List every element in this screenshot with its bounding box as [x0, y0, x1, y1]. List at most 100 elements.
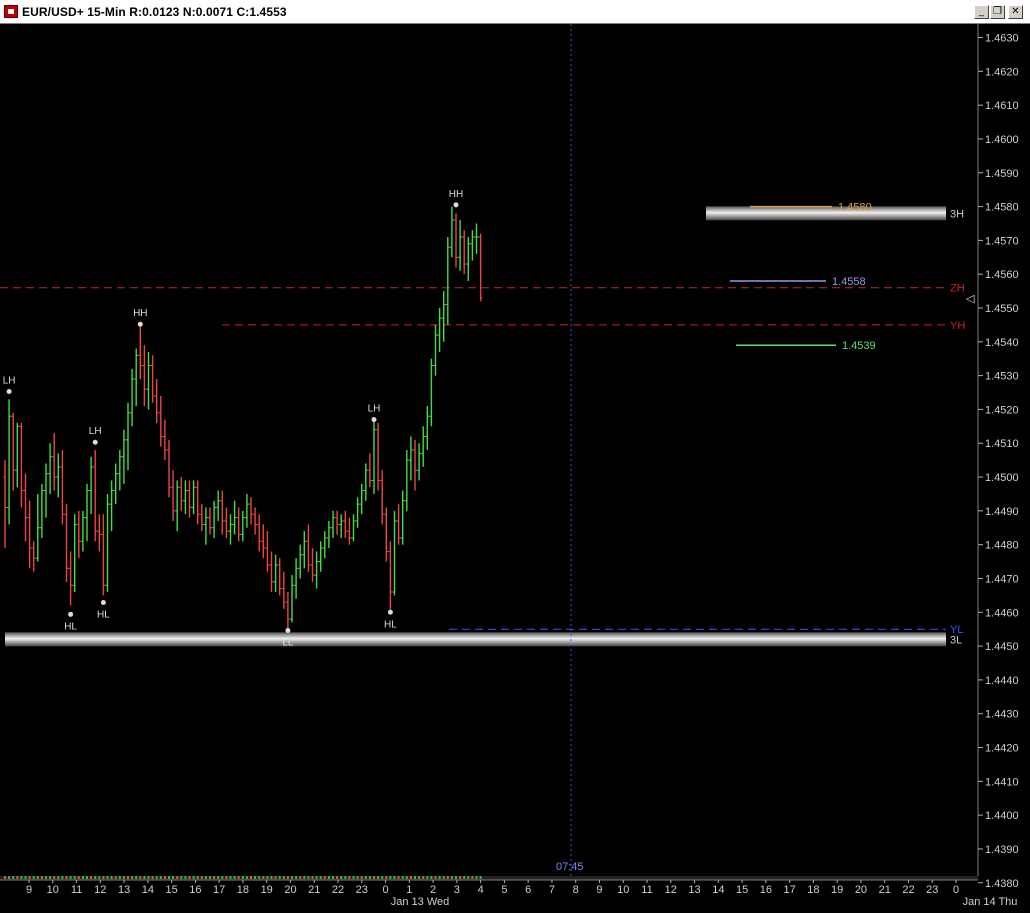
- pivot-label: HL: [97, 609, 110, 620]
- volume-tick: [368, 876, 371, 879]
- time-axis-label: 21: [879, 884, 891, 896]
- price-axis-label: 1.4540: [985, 337, 1019, 349]
- volume-tick: [344, 876, 347, 879]
- pivot-label: LH: [89, 426, 102, 437]
- time-axis-label: 17: [784, 884, 796, 896]
- price-axis-label: 1.4550: [985, 303, 1019, 315]
- title-bar: EUR/USD+ 15-Min R:0.0123 N:0.0071 C:1.45…: [0, 0, 1030, 24]
- time-axis-label: 12: [665, 884, 677, 896]
- time-axis-label: 9: [26, 884, 32, 896]
- level-line-label: YH: [950, 320, 965, 332]
- price-axis-label: 1.4520: [985, 404, 1019, 416]
- volume-tick: [217, 876, 220, 879]
- time-axis-label: 16: [760, 884, 772, 896]
- window-title: EUR/USD+ 15-Min R:0.0123 N:0.0071 C:1.45…: [22, 5, 287, 19]
- pivot-label: HH: [133, 308, 147, 319]
- time-axis-label: 18: [237, 884, 249, 896]
- volume-tick: [389, 876, 392, 879]
- price-axis-label: 1.4430: [985, 709, 1019, 721]
- volume-tick: [143, 876, 146, 879]
- time-axis-label: 17: [213, 884, 225, 896]
- price-axis-label: 1.4390: [985, 844, 1019, 856]
- volume-tick: [45, 876, 47, 879]
- volume-tick: [131, 876, 134, 879]
- volume-tick: [385, 876, 388, 879]
- volume-tick: [102, 876, 105, 879]
- price-axis-label: 1.4470: [985, 573, 1019, 585]
- volume-tick: [122, 876, 125, 879]
- price-axis-label: 1.4610: [985, 100, 1019, 112]
- time-axis-label: 6: [525, 884, 531, 896]
- time-axis-label: 20: [855, 884, 867, 896]
- volume-tick: [340, 876, 343, 879]
- pivot-dot: [387, 609, 393, 615]
- volume-tick: [24, 876, 27, 879]
- close-button[interactable]: ✕: [1008, 5, 1023, 19]
- volume-tick: [192, 876, 195, 879]
- restore-button[interactable]: ❐: [990, 5, 1005, 19]
- price-axis-label: 1.4570: [985, 235, 1019, 247]
- time-axis-label: 5: [501, 884, 507, 896]
- volume-tick: [303, 876, 306, 879]
- volume-tick: [155, 876, 158, 879]
- volume-tick: [397, 876, 400, 879]
- volume-tick: [299, 876, 302, 879]
- time-axis-label: 1: [406, 884, 412, 896]
- price-marker-label: 1.4558: [832, 276, 866, 288]
- pivot-dot: [6, 389, 12, 395]
- volume-tick: [373, 876, 375, 879]
- volume-tick: [332, 876, 334, 879]
- volume-tick: [278, 876, 281, 879]
- time-axis-label: 18: [807, 884, 819, 896]
- chart-canvas[interactable]: 1.4630 1.4620 1.4610 1.4600 1.4590 1.4580 1.45…: [0, 24, 1030, 913]
- volume-tick: [381, 876, 384, 879]
- volume-tick: [163, 876, 166, 879]
- time-axis-label: 22: [902, 884, 914, 896]
- pivot-dot: [137, 321, 143, 327]
- pivot-label: LL: [282, 638, 294, 649]
- volume-tick: [204, 876, 207, 879]
- volume-tick: [20, 876, 23, 879]
- volume-tick: [434, 876, 437, 879]
- time-axis-label: 15: [165, 884, 177, 896]
- time-axis-label: 22: [332, 884, 344, 896]
- volume-tick: [356, 876, 359, 879]
- volume-tick: [180, 876, 183, 879]
- volume-tick: [188, 876, 191, 879]
- volume-tick: [184, 876, 187, 879]
- volume-tick: [69, 876, 72, 879]
- volume-tick: [98, 876, 101, 879]
- volume-tick: [36, 876, 39, 879]
- time-axis-label: 15: [736, 884, 748, 896]
- volume-tick: [127, 876, 129, 879]
- volume-tick: [57, 876, 60, 879]
- volume-tick: [430, 876, 433, 879]
- price-axis-label: 1.4590: [985, 168, 1019, 180]
- price-axis-label: 1.4380: [985, 878, 1019, 890]
- volume-tick: [168, 876, 170, 879]
- time-axis-label: 20: [284, 884, 296, 896]
- minimize-button[interactable]: _: [974, 5, 989, 19]
- price-axis-label: 1.4510: [985, 438, 1019, 450]
- time-axis-label: 10: [47, 884, 59, 896]
- volume-tick: [94, 876, 97, 879]
- time-axis-label: 3: [454, 884, 460, 896]
- volume-tick: [442, 876, 445, 879]
- pivot-label: HH: [449, 189, 463, 200]
- volume-tick: [475, 876, 478, 879]
- volume-tick: [241, 876, 244, 879]
- volume-tick: [282, 876, 285, 879]
- price-axis-label: 1.4400: [985, 810, 1019, 822]
- time-axis-label: 12: [94, 884, 106, 896]
- price-chart[interactable]: 1.4630 1.4620 1.4610 1.4600 1.4590 1.4580 1.45…: [0, 24, 1030, 913]
- volume-tick: [106, 876, 109, 879]
- volume-tick: [327, 876, 330, 879]
- volume-tick: [135, 876, 138, 879]
- volume-tick: [479, 876, 482, 879]
- time-axis-label: 13: [118, 884, 130, 896]
- volume-tick: [147, 876, 150, 879]
- volume-tick: [455, 876, 457, 879]
- volume-tick: [258, 876, 261, 879]
- volume-tick: [352, 876, 355, 879]
- volume-tick: [233, 876, 236, 879]
